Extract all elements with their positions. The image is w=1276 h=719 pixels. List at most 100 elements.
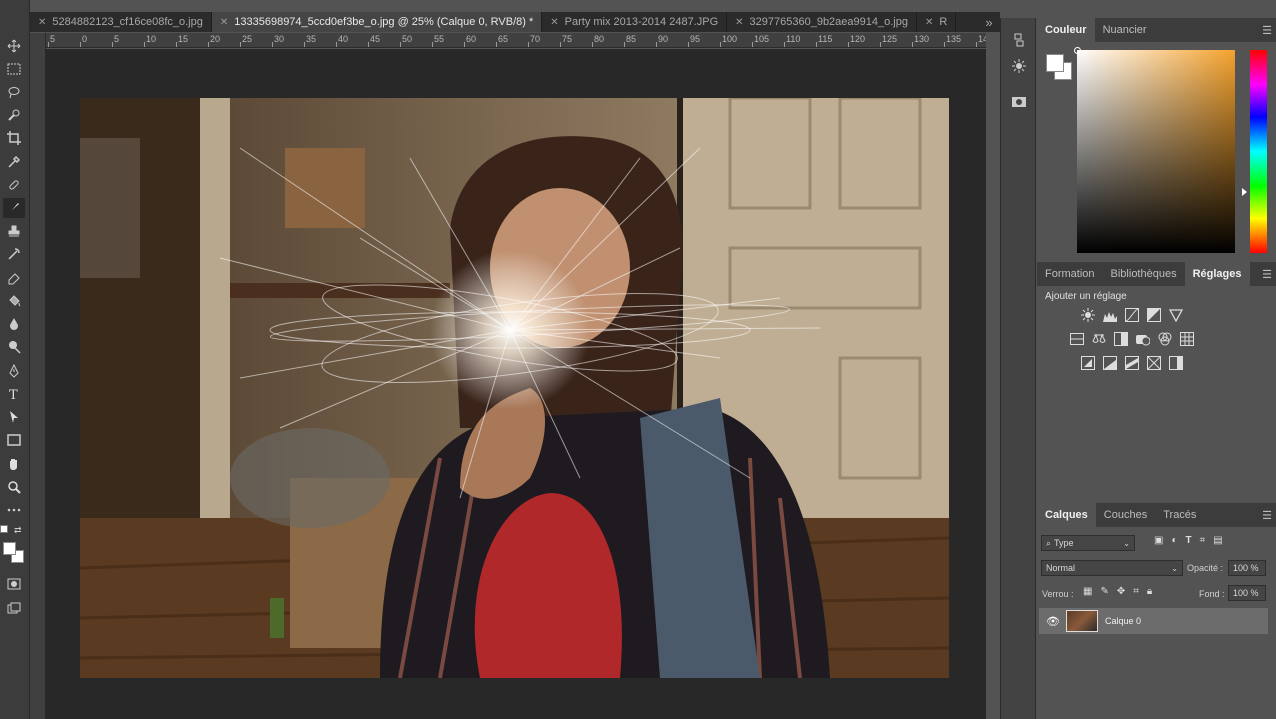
close-tab-icon[interactable]: ✕	[925, 17, 933, 28]
document-tab[interactable]: ✕ R	[917, 12, 957, 32]
ruler-tick-label: 60	[466, 34, 477, 44]
lock-transparent-icon[interactable]: ▦	[1083, 586, 1092, 597]
layer-filter-select[interactable]: ⌕ Type ⌄	[1041, 535, 1135, 551]
close-tab-icon[interactable]: ✕	[220, 17, 228, 28]
rectangle-tool-icon[interactable]	[3, 430, 25, 450]
hue-slider-handle-icon[interactable]	[1242, 188, 1247, 196]
type-tool-icon[interactable]: T	[3, 384, 25, 404]
filter-smart-object-icon[interactable]: ▤	[1213, 535, 1222, 546]
channel-mixer-icon[interactable]	[1157, 331, 1172, 346]
panel-menu-icon[interactable]: ☰	[1262, 268, 1272, 281]
blur-tool-icon[interactable]	[3, 314, 25, 334]
tab-reglages[interactable]: Réglages	[1184, 262, 1250, 286]
tab-couleur[interactable]: Couleur	[1037, 18, 1095, 42]
ruler-tick	[432, 42, 433, 47]
canvas-area[interactable]	[46, 49, 986, 719]
clone-stamp-tool-icon[interactable]	[3, 221, 25, 241]
ruler-tick-label: 25	[242, 34, 253, 44]
adjustments-sun-icon[interactable]	[1009, 56, 1029, 76]
document-tab[interactable]: ✕ 5284882123_cf16ce08fc_o.jpg	[30, 12, 212, 32]
panel-menu-icon[interactable]: ☰	[1262, 24, 1272, 37]
tab-overflow-button[interactable]: »	[980, 12, 998, 32]
filter-shape-icon[interactable]: ⌗	[1200, 535, 1206, 546]
tab-nuancier[interactable]: Nuancier	[1095, 18, 1155, 42]
filter-pixel-icon[interactable]: ▣	[1154, 535, 1163, 546]
path-selection-tool-icon[interactable]	[3, 407, 25, 427]
close-tab-icon[interactable]: ✕	[38, 17, 46, 28]
close-tab-icon[interactable]: ✕	[550, 17, 558, 28]
tab-label: Party mix 2013-2014 2487.JPG	[564, 16, 719, 28]
lock-artboard-icon[interactable]: ⌗	[1133, 586, 1139, 597]
visibility-eye-icon[interactable]: 👁︎	[1046, 615, 1060, 628]
zoom-tool-icon[interactable]	[3, 477, 25, 497]
tab-bibliotheques[interactable]: Bibliothèques	[1103, 262, 1185, 286]
tab-couches[interactable]: Couches	[1096, 503, 1155, 527]
lock-position-icon[interactable]: ✥	[1117, 586, 1125, 597]
ruler-tick-label: 45	[370, 34, 381, 44]
opacity-input[interactable]: 100 %	[1228, 560, 1266, 576]
tab-traces[interactable]: Tracés	[1155, 503, 1204, 527]
tab-formation[interactable]: Formation	[1037, 262, 1103, 286]
ruler-tick	[496, 42, 497, 47]
document-image[interactable]	[80, 98, 949, 678]
filter-type-icon[interactable]: T	[1186, 535, 1192, 546]
layer-name: Calque 0	[1105, 616, 1142, 626]
black-white-icon[interactable]	[1113, 331, 1128, 346]
history-brush-tool-icon[interactable]	[3, 244, 25, 264]
panel-menu-icon[interactable]: ☰	[1262, 509, 1272, 522]
curves-icon[interactable]	[1124, 307, 1139, 322]
document-tab-active[interactable]: ✕ 13335698974_5ccd0ef3be_o.jpg @ 25% (Cal…	[211, 12, 543, 32]
lock-all-icon[interactable]: 🔒︎	[1147, 586, 1152, 597]
properties-icon[interactable]	[1009, 92, 1029, 112]
document-tab[interactable]: ✕ 3297765360_9b2aea9914_o.jpg	[727, 12, 917, 32]
document-tab[interactable]: ✕ Party mix 2013-2014 2487.JPG	[542, 12, 728, 32]
crop-tool-icon[interactable]	[3, 128, 25, 148]
quick-mask-icon[interactable]	[3, 574, 25, 594]
history-icon[interactable]	[1009, 30, 1029, 50]
threshold-icon[interactable]	[1124, 355, 1139, 370]
lasso-tool-icon[interactable]	[3, 82, 25, 102]
lock-image-icon[interactable]: ✎	[1100, 586, 1108, 597]
color-picker-handle[interactable]	[1074, 47, 1081, 54]
hue-sat-icon[interactable]	[1069, 331, 1084, 346]
layer-thumbnail	[1066, 610, 1098, 632]
brush-tool-icon[interactable]	[3, 198, 25, 218]
pen-tool-icon[interactable]	[3, 361, 25, 381]
filter-adjustment-icon[interactable]: ◐	[1171, 535, 1177, 546]
color-lookup-icon[interactable]	[1179, 331, 1194, 346]
fill-input[interactable]: 100 %	[1228, 585, 1266, 601]
default-colors-icon[interactable]	[0, 525, 8, 533]
color-field[interactable]	[1074, 47, 1235, 253]
more-tools-icon[interactable]	[3, 500, 25, 520]
hand-tool-icon[interactable]	[3, 454, 25, 474]
foreground-swatch[interactable]	[1046, 54, 1064, 72]
foreground-color-swatch[interactable]	[3, 542, 16, 555]
eyedropper-tool-icon[interactable]	[3, 152, 25, 172]
blend-mode-select[interactable]: Normal ⌄	[1041, 560, 1183, 576]
levels-icon[interactable]	[1102, 307, 1117, 322]
close-tab-icon[interactable]: ✕	[735, 17, 743, 28]
ruler-tick	[464, 42, 465, 47]
gradient-map-icon[interactable]	[1146, 355, 1161, 370]
paint-bucket-tool-icon[interactable]	[3, 291, 25, 311]
exposure-icon[interactable]	[1146, 307, 1161, 322]
adjustments-panel: Formation Bibliothèques Réglages ☰ Ajout…	[1037, 262, 1276, 500]
invert-icon[interactable]	[1080, 355, 1095, 370]
color-balance-icon[interactable]	[1091, 331, 1106, 346]
quick-selection-tool-icon[interactable]	[3, 105, 25, 125]
tab-calques[interactable]: Calques	[1037, 503, 1096, 527]
posterize-icon[interactable]	[1102, 355, 1117, 370]
marquee-tool-icon[interactable]	[3, 59, 25, 79]
photo-filter-icon[interactable]	[1135, 331, 1150, 346]
screen-mode-icon[interactable]	[3, 598, 25, 618]
move-tool-icon[interactable]	[3, 36, 25, 56]
healing-brush-tool-icon[interactable]	[3, 175, 25, 195]
dodge-tool-icon[interactable]	[3, 337, 25, 357]
swap-colors-icon[interactable]: ⇄	[14, 525, 22, 536]
hue-slider[interactable]	[1250, 50, 1267, 253]
vibrance-icon[interactable]	[1168, 307, 1183, 322]
selective-color-icon[interactable]	[1168, 355, 1183, 370]
eraser-tool-icon[interactable]	[3, 268, 25, 288]
layer-row[interactable]: 👁︎ Calque 0	[1039, 608, 1268, 634]
brightness-icon[interactable]	[1080, 307, 1095, 322]
